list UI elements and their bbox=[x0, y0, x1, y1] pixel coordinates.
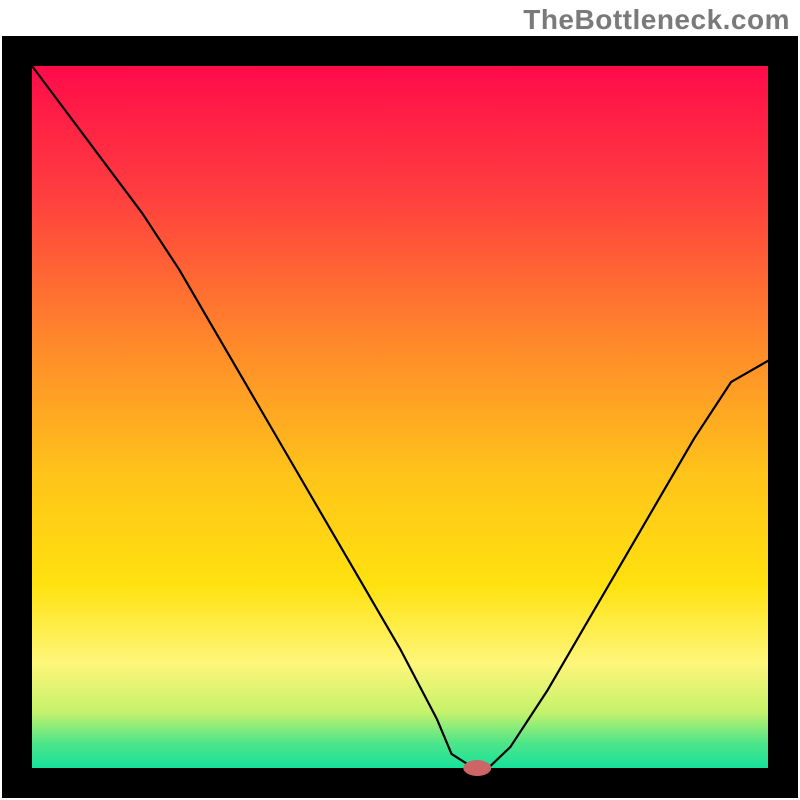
optimal-point-marker bbox=[463, 760, 491, 776]
watermark-label: TheBottleneck.com bbox=[523, 4, 790, 36]
bottleneck-chart: TheBottleneck.com bbox=[0, 0, 800, 800]
chart-canvas bbox=[0, 0, 800, 800]
chart-background bbox=[32, 66, 768, 768]
